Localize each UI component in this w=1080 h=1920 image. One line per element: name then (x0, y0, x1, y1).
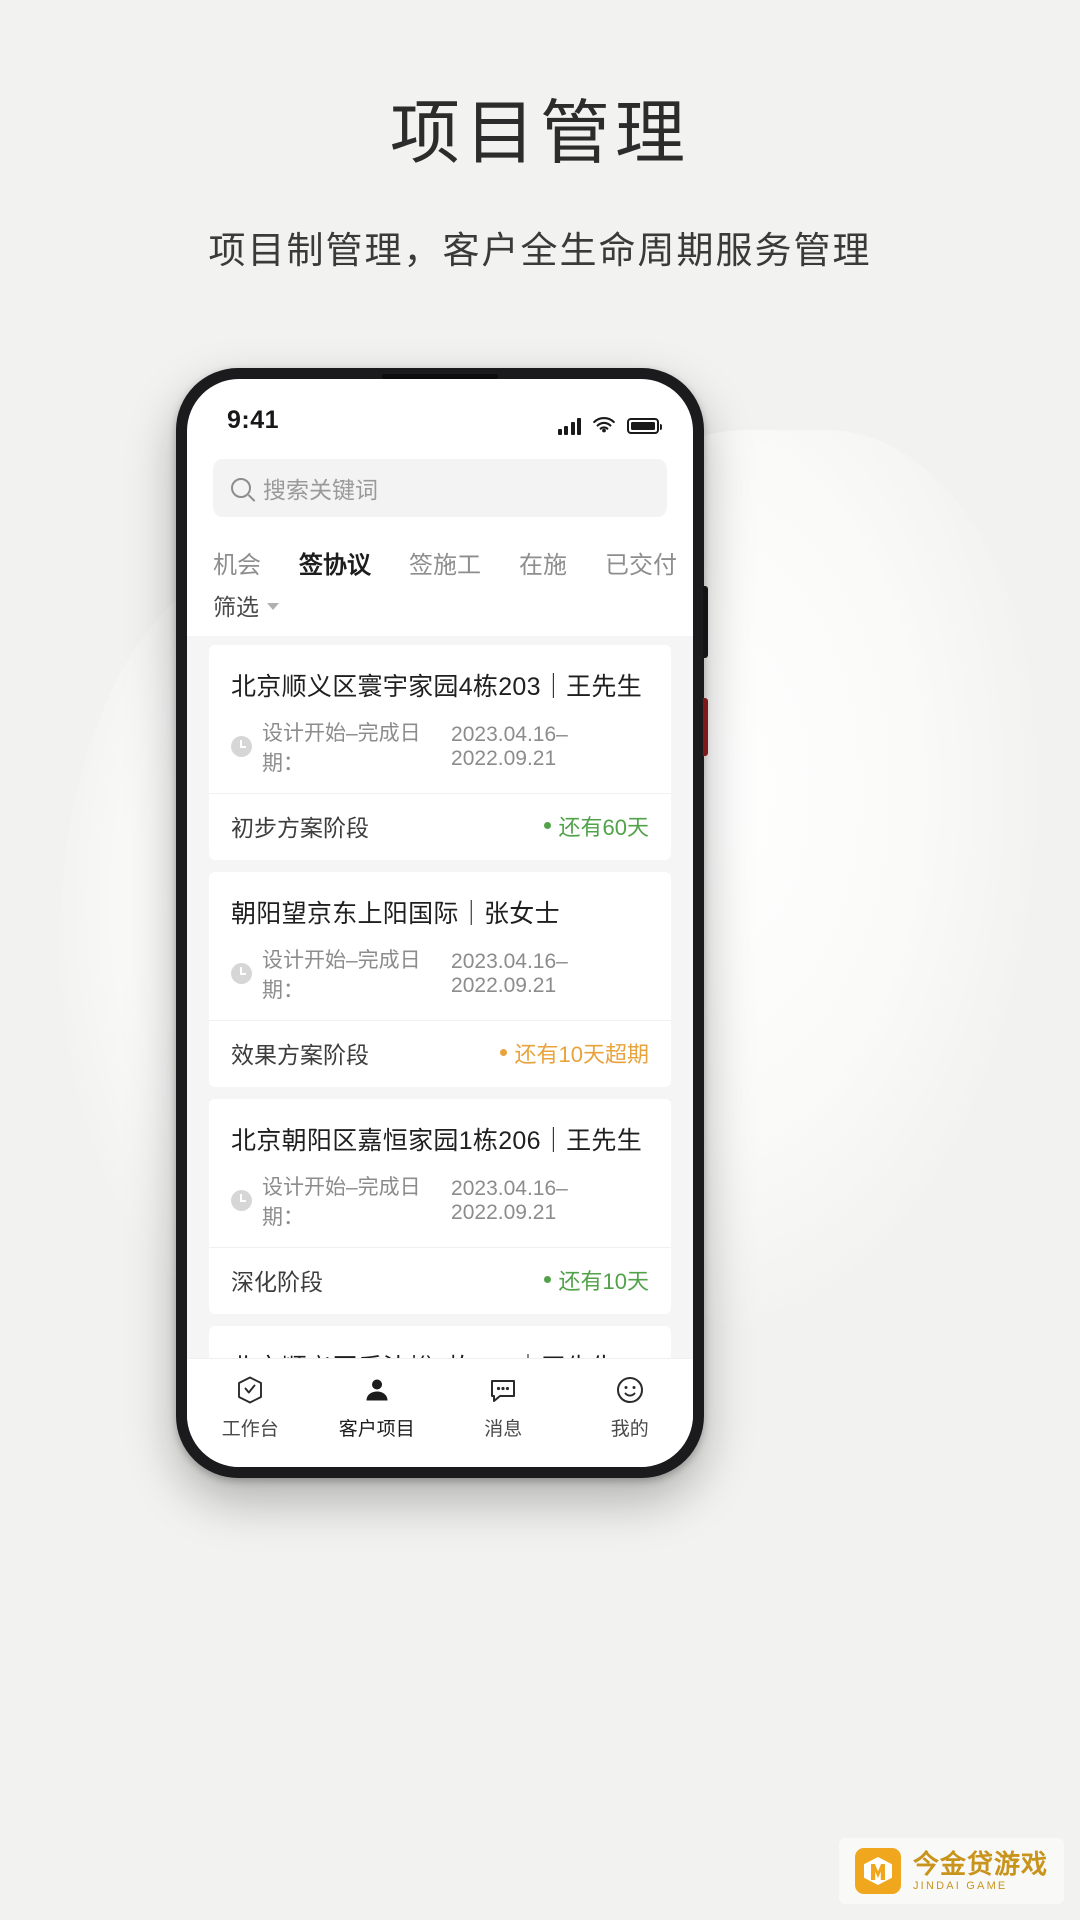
clock-icon (231, 1190, 252, 1211)
project-card-header: 北京顺义区后沙峪3栋102｜王先生 设计开始–完成日期： 2023.04.16–… (209, 1326, 671, 1359)
nav-item-customer-project[interactable]: 客户项目 (314, 1373, 441, 1441)
chevron-down-icon (267, 603, 279, 610)
workbench-icon (233, 1373, 267, 1407)
clock-icon (231, 736, 252, 757)
search-section: 搜索关键词 (187, 443, 693, 527)
project-date-value: 2023.04.16–2022.09.21 (451, 949, 568, 997)
tab-label: 签施工 (409, 552, 481, 579)
project-stage: 深化阶段 (231, 1268, 323, 1295)
project-title: 北京顺义区寰宇家园4栋203｜王先生 (231, 672, 643, 701)
project-date-label: 设计开始–完成日期： (262, 948, 421, 1002)
nav-item-message[interactable]: 消息 (440, 1373, 567, 1441)
watermark-text: 今金贷游戏 JINDAI GAME (912, 1848, 1048, 1893)
project-card-header: 朝阳望京东上阳国际｜张女士 设计开始–完成日期： 2023.04.16–2022… (209, 872, 671, 1021)
project-card[interactable]: 北京顺义区寰宇家园4栋203｜王先生 设计开始–完成日期： 2023.04.16… (209, 644, 671, 860)
project-card[interactable]: 北京顺义区后沙峪3栋102｜王先生 设计开始–完成日期： 2023.04.16–… (209, 1325, 671, 1359)
volume-button[interactable] (703, 586, 708, 658)
nav-item-profile[interactable]: 我的 (567, 1373, 694, 1441)
page-subtitle: 项目制管理，客户全生命周期服务管理 (208, 229, 872, 272)
tab-yijiaofu[interactable]: 已交付 (605, 545, 677, 584)
tab-zaishi[interactable]: 在施 (519, 545, 567, 584)
clock-icon (231, 963, 252, 984)
project-title: 北京顺义区后沙峪3栋102｜王先生 (231, 1348, 649, 1359)
filter-row[interactable]: 筛选 (187, 584, 693, 636)
hero-section: 项目管理 项目制管理，客户全生命周期服务管理 (0, 0, 1080, 274)
project-card-footer: 初步方案阶段 还有60天 (209, 794, 671, 860)
watermark: 今金贷游戏 JINDAI GAME (838, 1838, 1064, 1904)
tab-label: 签协议 (299, 552, 371, 579)
status-badge: 还有60天 (543, 810, 649, 842)
signal-bars-icon (557, 417, 581, 435)
tab-label: 在施 (519, 552, 567, 579)
phone-mockup: 9:41 搜索关键词 机会 签协议 签施工 在施 已交付 筛选 北京顺义区寰宇家… (176, 368, 708, 1478)
project-date-row: 设计开始–完成日期： 2023.04.16–2022.09.21 (231, 1171, 649, 1231)
tab-qianxieyi[interactable]: 签协议 (299, 545, 371, 584)
status-text: 还有10天 (558, 1268, 649, 1294)
phone-screen: 9:41 搜索关键词 机会 签协议 签施工 在施 已交付 筛选 北京顺义区寰宇家… (187, 379, 693, 1467)
message-icon (486, 1373, 520, 1407)
wifi-icon (593, 417, 615, 433)
status-dot (543, 1276, 551, 1283)
status-dot (543, 822, 551, 829)
project-card-footer: 效果方案阶段 还有10天超期 (209, 1021, 671, 1087)
jindai-logo-icon (854, 1848, 901, 1894)
project-card-footer: 深化阶段 还有10天 (209, 1248, 671, 1314)
project-title: 北京朝阳区嘉恒家园1栋206｜王先生 (231, 1126, 643, 1155)
search-input[interactable]: 搜索关键词 (213, 459, 667, 517)
filter-label: 筛选 (213, 593, 259, 620)
project-stage: 初步方案阶段 (231, 814, 369, 841)
project-stage: 效果方案阶段 (231, 1041, 369, 1068)
power-button[interactable] (703, 698, 708, 756)
project-title: 朝阳望京东上阳国际｜张女士 (231, 899, 560, 928)
status-time: 9:41 (227, 406, 280, 434)
project-list[interactable]: 北京顺义区寰宇家园4栋203｜王先生 设计开始–完成日期： 2023.04.16… (187, 635, 693, 1359)
project-date-row: 设计开始–完成日期： 2023.04.16–2022.09.21 (231, 944, 649, 1004)
status-dot (499, 1049, 507, 1056)
status-badge: 还有10天超期 (499, 1037, 649, 1069)
search-placeholder: 搜索关键词 (263, 477, 378, 503)
status-text: 还有60天 (558, 814, 649, 840)
project-date-label: 设计开始–完成日期： (262, 1175, 421, 1229)
status-icons (557, 417, 662, 435)
battery-icon (627, 418, 662, 434)
user-project-icon (360, 1373, 394, 1407)
status-bar: 9:41 (187, 379, 693, 443)
watermark-name: 今金贷游戏 (912, 1848, 1048, 1879)
watermark-sub: JINDAI GAME (912, 1879, 1008, 1892)
nav-label: 工作台 (221, 1419, 279, 1440)
project-card[interactable]: 北京朝阳区嘉恒家园1栋206｜王先生 设计开始–完成日期： 2023.04.16… (209, 1098, 671, 1314)
project-card[interactable]: 朝阳望京东上阳国际｜张女士 设计开始–完成日期： 2023.04.16–2022… (209, 871, 671, 1087)
nav-label: 消息 (484, 1419, 523, 1440)
tab-qianshigong[interactable]: 签施工 (409, 545, 481, 584)
project-card-header: 北京朝阳区嘉恒家园1栋206｜王先生 设计开始–完成日期： 2023.04.16… (209, 1099, 671, 1248)
status-tabs: 机会 签协议 签施工 在施 已交付 已结算 (187, 527, 693, 584)
tab-label: 已交付 (605, 552, 677, 579)
nav-label: 客户项目 (338, 1419, 415, 1440)
nav-item-workbench[interactable]: 工作台 (187, 1373, 314, 1441)
project-date-row: 设计开始–完成日期： 2023.04.16–2022.09.21 (231, 717, 649, 777)
tab-jihui[interactable]: 机会 (213, 545, 261, 584)
status-text: 还有10天超期 (514, 1041, 649, 1067)
bottom-navigation: 工作台 客户项目 消息 我的 (187, 1358, 693, 1467)
page-title: 项目管理 (390, 92, 690, 174)
tab-label: 机会 (213, 552, 261, 579)
project-date-label: 设计开始–完成日期： (262, 721, 421, 775)
profile-icon (613, 1373, 647, 1407)
nav-label: 我的 (610, 1419, 649, 1440)
status-badge: 还有10天 (543, 1264, 649, 1296)
search-icon (231, 478, 251, 498)
project-date-value: 2023.04.16–2022.09.21 (451, 1176, 568, 1224)
project-date-value: 2023.04.16–2022.09.21 (451, 722, 568, 770)
project-card-header: 北京顺义区寰宇家园4栋203｜王先生 设计开始–完成日期： 2023.04.16… (209, 645, 671, 794)
